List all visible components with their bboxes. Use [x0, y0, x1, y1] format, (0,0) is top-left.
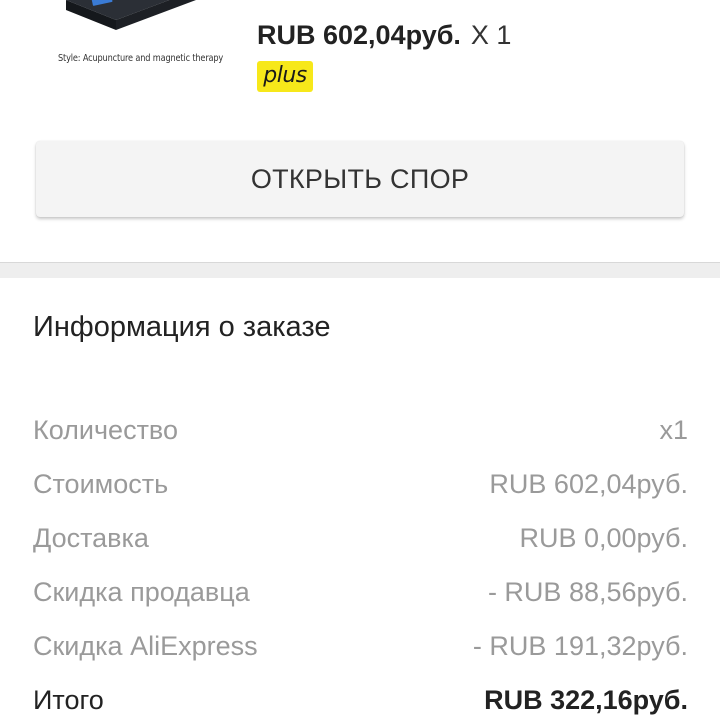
info-row-label: Доставка [33, 522, 149, 553]
info-row-label: Скидка AliExpress [33, 630, 258, 661]
product-device-icon [66, 0, 196, 30]
plus-badge: plus [257, 61, 313, 92]
open-dispute-button[interactable]: ОТКРЫТЬ СПОР [36, 141, 684, 217]
product-price-row: RUB 602,04руб. X 1 [257, 20, 511, 51]
info-row-cost: Стоимость RUB 602,04руб. [33, 466, 688, 502]
product-style-text: Style: Acupuncture and magnetic therapy [58, 53, 224, 64]
info-row-value: - RUB 88,56руб. [487, 576, 688, 607]
product-price: RUB 602,04руб. [257, 20, 461, 50]
info-row-label: Количество [33, 414, 178, 445]
info-row-aliexpress-discount: Скидка AliExpress - RUB 191,32руб. [33, 628, 688, 664]
order-info-title: Информация о заказе [33, 311, 331, 343]
info-row-quantity: Количество x1 [33, 412, 688, 448]
info-row-label: Скидка продавца [33, 576, 250, 607]
info-row-shipping: Доставка RUB 0,00руб. [33, 520, 688, 556]
section-divider [0, 262, 720, 278]
order-info-section: Информация о заказе Количество x1 Стоимо… [0, 278, 720, 720]
product-quantity: X 1 [470, 20, 512, 50]
info-row-seller-discount: Скидка продавца - RUB 88,56руб. [33, 574, 688, 610]
info-row-total: Итого RUB 322,16руб. [33, 682, 688, 718]
info-row-value: RUB 0,00руб. [519, 522, 688, 553]
total-label: Итого [33, 684, 104, 715]
product-card: Style: Acupuncture and magnetic therapy … [0, 0, 720, 262]
info-row-value: RUB 602,04руб. [489, 468, 688, 499]
info-row-value: - RUB 191,32руб. [472, 630, 688, 661]
total-value: RUB 322,16руб. [484, 684, 688, 715]
plus-badge-label: plus [263, 63, 307, 88]
info-row-label: Стоимость [33, 468, 169, 499]
info-row-value: x1 [659, 414, 688, 445]
order-details-screen: Style: Acupuncture and magnetic therapy … [0, 0, 720, 720]
product-image[interactable]: Style: Acupuncture and magnetic therapy [46, 0, 224, 78]
